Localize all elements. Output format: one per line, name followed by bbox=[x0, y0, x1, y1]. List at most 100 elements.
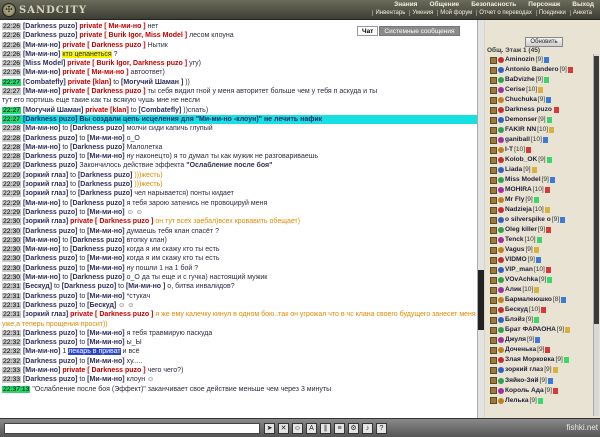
pause-icon[interactable]: ∥ bbox=[320, 423, 331, 434]
message-time[interactable]: 22:26 bbox=[2, 32, 22, 40]
user-name[interactable]: Бескуд bbox=[505, 305, 528, 315]
user-entry[interactable]: Nadzieja [10] bbox=[490, 205, 594, 215]
user-entry[interactable]: ganiball [10] bbox=[490, 135, 594, 145]
message-time[interactable]: 22:26 bbox=[2, 23, 22, 30]
user-entry[interactable]: Kolob_OK [9] bbox=[490, 155, 594, 165]
chat-log[interactable]: 22:26 [Darkness puzo] private [ Ми-ми-но… bbox=[0, 20, 484, 418]
info-icon[interactable] bbox=[536, 237, 542, 244]
refresh-button[interactable]: Обновить bbox=[525, 37, 563, 47]
message-time[interactable]: 22:30 bbox=[2, 246, 22, 254]
message-time[interactable]: 22:31 bbox=[2, 283, 22, 291]
private-message-icon[interactable] bbox=[490, 136, 497, 144]
sender-name[interactable]: [Darkness puzo] bbox=[70, 237, 124, 244]
private-message-icon[interactable] bbox=[490, 96, 497, 104]
message-time[interactable]: 22:29 bbox=[2, 162, 22, 170]
sender-name[interactable]: [Darkness puzo] bbox=[23, 153, 77, 160]
user-name[interactable]: VIDMO bbox=[505, 255, 527, 265]
user-name[interactable]: Oleg killer bbox=[505, 225, 537, 235]
info-icon[interactable] bbox=[561, 297, 567, 304]
private-message-icon[interactable] bbox=[490, 86, 497, 94]
user-name[interactable]: зоркий глаз bbox=[505, 365, 543, 375]
message-time[interactable]: 22:29 bbox=[2, 190, 22, 198]
sender-name[interactable]: [зоркий глаз] bbox=[23, 311, 68, 318]
user-name[interactable]: Бармалеюшко bbox=[505, 295, 552, 305]
private-message-icon[interactable] bbox=[490, 387, 497, 395]
user-name[interactable]: Chuchuka bbox=[505, 95, 537, 105]
user-name[interactable]: Лелька bbox=[505, 396, 529, 406]
info-icon[interactable] bbox=[549, 127, 555, 134]
user-name[interactable]: Tenck bbox=[505, 235, 524, 245]
private-message-icon[interactable] bbox=[490, 256, 497, 264]
info-icon[interactable] bbox=[535, 337, 541, 344]
user-name[interactable]: o silverspike o bbox=[505, 215, 551, 225]
user-entry[interactable]: Miss Model [9] bbox=[490, 175, 594, 185]
message-time[interactable]: 22:29 bbox=[2, 199, 22, 207]
sender-name[interactable]: [Бескуд] bbox=[23, 283, 52, 290]
info-icon[interactable] bbox=[546, 157, 552, 164]
private-message-icon[interactable] bbox=[490, 276, 497, 284]
user-entry[interactable]: Liada [9] bbox=[490, 165, 594, 175]
user-name[interactable]: Aminozin bbox=[505, 55, 535, 65]
info-icon[interactable] bbox=[533, 247, 539, 254]
private-message-icon[interactable] bbox=[490, 316, 497, 324]
message-time[interactable]: 22:32 bbox=[2, 348, 22, 356]
info-icon[interactable] bbox=[533, 197, 539, 204]
user-name[interactable]: I-T bbox=[505, 145, 513, 155]
info-icon[interactable] bbox=[567, 67, 573, 74]
info-icon[interactable] bbox=[542, 137, 548, 144]
message-time[interactable]: 22:27 bbox=[2, 88, 22, 96]
message-time[interactable]: 22:28 bbox=[2, 143, 22, 151]
sender-name[interactable]: [Ми-ми-но] bbox=[87, 209, 124, 216]
info-icon[interactable] bbox=[544, 77, 550, 84]
game-logo[interactable]: ☩ SANDCITY bbox=[2, 1, 87, 19]
user-name[interactable]: Cerise bbox=[505, 85, 525, 95]
user-name[interactable]: Mr Fly bbox=[505, 195, 524, 205]
sender-name[interactable]: [Могучий Шаман ] bbox=[121, 79, 183, 86]
user-entry[interactable]: Джуля [9] bbox=[490, 335, 594, 345]
message-time[interactable]: 22:31 bbox=[2, 292, 22, 300]
user-list-scrollbar[interactable] bbox=[593, 54, 599, 416]
message-time[interactable]: 22:29 bbox=[2, 208, 22, 216]
message-time[interactable]: 22:29 bbox=[2, 181, 22, 189]
user-name[interactable]: Miss Model bbox=[505, 175, 541, 185]
user-entry[interactable]: Darkness puzo bbox=[490, 105, 594, 115]
sender-name[interactable]: [Ми-ми-но] bbox=[87, 339, 124, 346]
private-message-icon[interactable] bbox=[490, 366, 497, 374]
nav-duels[interactable]: Поединки bbox=[535, 10, 568, 16]
sender-name[interactable]: [Ми-ми-но] bbox=[87, 293, 124, 300]
user-entry[interactable]: FAKIR NN [10] bbox=[490, 125, 594, 135]
tab-system-messages[interactable]: Системные сообщения bbox=[379, 26, 460, 36]
sender-name[interactable]: [зоркий глаз] bbox=[23, 181, 68, 188]
sender-name[interactable]: [Darkness puzo] bbox=[70, 200, 124, 207]
private-message-icon[interactable] bbox=[490, 226, 497, 234]
user-entry[interactable]: Mr Fly [9] bbox=[490, 195, 594, 205]
info-icon[interactable] bbox=[535, 257, 541, 264]
user-name[interactable]: ganiball bbox=[505, 135, 530, 145]
info-icon[interactable] bbox=[553, 107, 559, 114]
message-time[interactable]: 22:27 bbox=[2, 106, 22, 114]
info-icon[interactable] bbox=[547, 377, 553, 384]
sender-name[interactable]: [Darkness puzo] bbox=[62, 283, 116, 290]
info-icon[interactable] bbox=[526, 147, 532, 154]
sender-name[interactable]: [Darkness puzo] bbox=[23, 358, 77, 365]
info-icon[interactable] bbox=[560, 217, 566, 224]
info-icon[interactable] bbox=[565, 327, 571, 334]
nav-communication[interactable]: Общение bbox=[429, 1, 459, 8]
user-entry[interactable]: Oleg killer [9] bbox=[490, 225, 594, 235]
message-time[interactable]: 22:26 bbox=[2, 50, 22, 58]
private-message-icon[interactable] bbox=[490, 216, 497, 224]
user-name[interactable]: Antonio Bandero bbox=[505, 65, 558, 75]
user-entry[interactable]: I-T [10] bbox=[490, 145, 594, 155]
user-entry[interactable]: Брат ФАРАОНА [9] bbox=[490, 325, 594, 335]
settings-icon[interactable]: ⚙ bbox=[348, 423, 359, 434]
private-message-icon[interactable] bbox=[490, 206, 497, 214]
message-time[interactable]: 22:27 bbox=[2, 115, 22, 123]
sender-name[interactable]: [Ми-ми-но] bbox=[23, 69, 60, 76]
chat-scrollbar[interactable] bbox=[477, 20, 484, 418]
sender-name[interactable]: [Ми-ми-но] bbox=[87, 265, 124, 272]
info-icon[interactable] bbox=[537, 397, 543, 404]
sender-name[interactable]: [Darkness puzo] bbox=[23, 376, 77, 383]
user-name[interactable]: VIP_man bbox=[505, 265, 533, 275]
sender-name[interactable]: [Ми-ми-но] bbox=[87, 330, 124, 337]
user-name[interactable]: BaDvizhe bbox=[505, 75, 535, 85]
